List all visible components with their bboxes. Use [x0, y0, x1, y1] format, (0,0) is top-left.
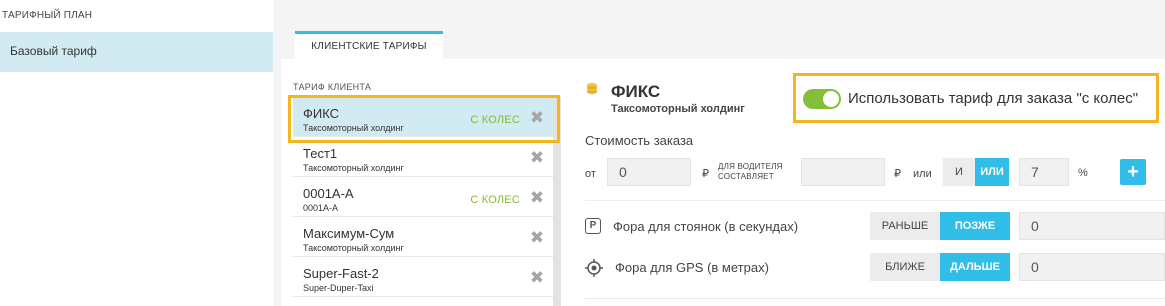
- later-button[interactable]: ПОЗЖЕ: [940, 212, 1010, 240]
- tariff-company: 0001А-А: [303, 203, 339, 213]
- earlier-button[interactable]: РАНЬШЕ: [870, 212, 940, 240]
- parking-label: Фора для стоянок (в секундах): [613, 219, 799, 234]
- further-button[interactable]: ДАЛЬШЕ: [940, 253, 1010, 281]
- driver-label: ДЛЯ ВОДИТЕЛЯ СОСТАВЛЯЕТ: [718, 162, 783, 181]
- tariff-name: Super-Fast-2: [303, 266, 379, 281]
- list-item[interactable]: Super-Fast-2 Super-Duper-Taxi ✖: [293, 257, 553, 297]
- sidebar-title: ТАРИФНЫЙ ПЛАН: [2, 10, 93, 21]
- tariff-title: ФИКС: [611, 82, 661, 101]
- parking-icon: P: [585, 218, 601, 234]
- toggle-label: Использовать тариф для заказа "с колес": [848, 90, 1139, 107]
- use-for-wheels-toggle[interactable]: [803, 89, 841, 109]
- main-panel: КЛИЕНТСКИЕ ТАРИФЫ ТАРИФ КЛИЕНТА ФИКС Так…: [273, 0, 1165, 306]
- tariff-name: Тест1: [303, 146, 338, 161]
- percent-label: %: [1078, 167, 1088, 179]
- tariff-company: Таксомоторный холдинг: [303, 163, 404, 173]
- parking-input[interactable]: 0: [1019, 212, 1165, 240]
- list-item[interactable]: 0001А-А 0001А-А С КОЛЕС ✖: [293, 177, 553, 217]
- closer-button[interactable]: БЛИЖЕ: [870, 253, 940, 281]
- cost-label: Стоимость заказа: [585, 133, 694, 148]
- from-label: от: [585, 168, 596, 180]
- list-item[interactable]: Максимум-Сум Таксомоторный холдинг ✖: [293, 217, 553, 257]
- wheels-badge: С КОЛЕС: [470, 194, 520, 206]
- from-input[interactable]: 0: [607, 158, 691, 186]
- tariff-list-title: ТАРИФ КЛИЕНТА: [293, 82, 372, 92]
- coins-icon: [587, 83, 597, 94]
- gps-icon: [585, 259, 603, 277]
- gps-label: Фора для GPS (в метрах): [615, 260, 769, 275]
- delete-icon[interactable]: ✖: [529, 269, 545, 286]
- driver-input[interactable]: [801, 158, 885, 186]
- divider: [0, 71, 273, 72]
- add-button[interactable]: +: [1120, 159, 1146, 185]
- tariff-name: 0001А-А: [303, 186, 354, 201]
- currency-label: ₽: [702, 168, 709, 180]
- highlight-frame: [288, 95, 560, 143]
- tariff-company: Таксомоторный холдинг: [303, 243, 404, 253]
- currency-label: ₽: [894, 168, 901, 180]
- delete-icon[interactable]: ✖: [529, 229, 545, 246]
- app-root: ТАРИФНЫЙ ПЛАН Базовый тариф КЛИЕНТСКИЕ Т…: [0, 0, 1165, 306]
- divider: [585, 298, 1165, 299]
- or-label: или: [913, 168, 932, 180]
- delete-icon[interactable]: ✖: [529, 149, 545, 166]
- tariff-name: Максимум-Сум: [303, 226, 395, 241]
- sidebar-item-base-tariff[interactable]: Базовый тариф: [0, 32, 273, 71]
- tariff-subtitle: Таксомоторный холдинг: [611, 103, 745, 115]
- tariff-company: Super-Duper-Taxi: [303, 283, 374, 293]
- divider: [585, 200, 1165, 201]
- sidebar: ТАРИФНЫЙ ПЛАН Базовый тариф: [0, 0, 273, 306]
- and-button[interactable]: И: [943, 158, 975, 186]
- percent-input[interactable]: 7: [1019, 158, 1069, 186]
- tab-client-tariffs[interactable]: КЛИЕНТСКИЕ ТАРИФЫ: [295, 31, 443, 59]
- gps-input[interactable]: 0: [1019, 253, 1165, 281]
- toggle-knob: [823, 91, 839, 107]
- delete-icon[interactable]: ✖: [529, 189, 545, 206]
- list-item[interactable]: Тест1 Таксомоторный холдинг ✖: [293, 137, 553, 177]
- or-button[interactable]: ИЛИ: [975, 158, 1009, 186]
